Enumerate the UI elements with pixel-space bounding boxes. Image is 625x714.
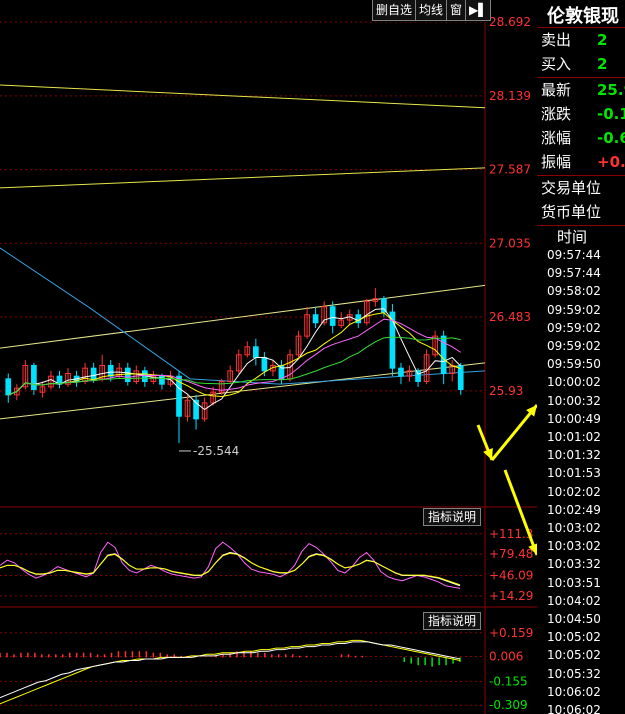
- time-item: 09:58:02: [547, 284, 601, 299]
- last-row: 最新25.9: [541, 81, 625, 99]
- upper-channel-line: [0, 84, 486, 109]
- candle-body: [90, 367, 97, 380]
- sell-row: 卖出 2: [541, 31, 608, 49]
- chart-toolbar: 删自选 均线 窗 ▶▌: [372, 0, 492, 22]
- candle-body: [252, 346, 259, 358]
- time-item: 10:02:49: [547, 502, 601, 517]
- remove-watchlist-button[interactable]: 删自选: [372, 0, 417, 21]
- indicator-2-lines: [0, 639, 461, 705]
- candle-body: [329, 306, 336, 326]
- main-trend-lines: [0, 84, 486, 420]
- price-tick-label: 27.587: [489, 163, 531, 177]
- time-item: 09:59:02: [547, 302, 601, 317]
- candle-body: [398, 367, 404, 377]
- indicator-1-lines: [0, 541, 461, 589]
- time-item: 10:03:02: [547, 521, 601, 535]
- time-item: 10:00:02: [547, 375, 601, 390]
- indicator2-line-a: [0, 639, 461, 705]
- time-item: 10:03:32: [547, 557, 601, 572]
- time-item: 10:00:32: [547, 393, 601, 408]
- time-item: 10:04:02: [547, 593, 601, 608]
- instrument-title: 伦敦银现: [547, 6, 619, 27]
- indicator1-series-a: [0, 541, 461, 589]
- low-annotation-label: -25.544: [193, 444, 239, 458]
- candle-body: [261, 356, 268, 372]
- indicator2-tick-label: -0.309: [489, 698, 528, 712]
- candle-body: [31, 364, 37, 391]
- chart-grid: [0, 0, 537, 714]
- price-tick-label: 26.483: [489, 310, 531, 324]
- time-item: 09:57:44: [547, 248, 601, 262]
- price-tick-label: 28.692: [489, 15, 531, 29]
- time-item: 10:00:49: [547, 411, 601, 426]
- long-ma-line: [0, 247, 486, 385]
- time-item: 10:03:51: [547, 575, 601, 590]
- play-pause-icon[interactable]: ▶▌: [465, 0, 492, 21]
- price-tick-label: 25.93: [489, 384, 523, 398]
- indicator-help-button-1[interactable]: 指标说明: [423, 508, 482, 526]
- time-header: 时间: [557, 228, 588, 246]
- indicator1-series-b: [0, 552, 461, 587]
- time-item: 10:05:02: [547, 630, 601, 645]
- time-item: 10:03:02: [547, 539, 601, 554]
- time-item: 10:06:02: [547, 684, 601, 699]
- indicator2-line-b: [0, 641, 461, 699]
- price-tick-label: 27.035: [489, 236, 531, 250]
- quote-panel: 伦敦银现 卖出2 买入2 最新25.9 涨跌-0.1 涨幅-0.6 振幅+0.8…: [537, 0, 625, 714]
- time-item: 10:01:53: [547, 466, 601, 481]
- candles: [5, 288, 464, 443]
- time-item: 10:05:32: [547, 666, 601, 681]
- indicator2-tick-label: 0.006: [489, 649, 523, 663]
- moving-average-button[interactable]: 均线: [415, 0, 448, 21]
- candle-body: [457, 364, 464, 391]
- indicator2-tick-label: +0.159: [489, 626, 533, 640]
- time-item: 09:57:44: [547, 266, 601, 281]
- candle-body: [159, 375, 165, 385]
- indicator1-tick-label: +46.09: [489, 569, 533, 583]
- kline-chart[interactable]: 28.692 28.139 27.587 27.035 26.483 25.93 -25.5…: [0, 0, 537, 714]
- time-item: 10:06:02: [547, 703, 601, 714]
- price-tick-label: 28.139: [489, 89, 531, 103]
- time-item: 10:01:02: [547, 430, 601, 444]
- amplitude-row: 振幅+0.8: [541, 153, 625, 171]
- time-item: 09:59:02: [547, 320, 601, 335]
- time-item: 10:04:50: [547, 612, 601, 626]
- candle-body: [107, 364, 114, 377]
- pct-row: 涨幅 -0.6: [541, 129, 625, 147]
- time-item: 10:02:02: [547, 484, 601, 499]
- window-button[interactable]: 窗: [446, 0, 467, 21]
- arrow-down-2: [503, 469, 537, 556]
- indicator2-tick-label: -0.155: [489, 674, 528, 688]
- indicator-help-button-2[interactable]: 指标说明: [423, 612, 482, 630]
- change-row: 涨跌 -0.1: [541, 105, 625, 123]
- candle-body: [312, 314, 319, 324]
- buy-row: 买入 2: [541, 55, 608, 73]
- candle-body: [124, 367, 131, 383]
- time-item: 09:59:02: [547, 339, 601, 353]
- time-item: 10:05:02: [547, 648, 601, 663]
- indicator1-series-c: [0, 552, 461, 586]
- time-item: 09:59:50: [547, 357, 601, 372]
- trade-unit-row: 交易单位: [541, 179, 602, 197]
- time-item: 10:01:32: [547, 448, 601, 463]
- candle-body: [415, 370, 421, 383]
- indicator1-tick-label: +79.48: [489, 547, 533, 561]
- indicator1-tick-label: +14.29: [489, 589, 533, 603]
- candle-body: [5, 378, 12, 396]
- candle-body: [381, 298, 387, 313]
- middle-channel-line: [0, 167, 486, 189]
- currency-unit-row: 货币单位: [541, 203, 602, 221]
